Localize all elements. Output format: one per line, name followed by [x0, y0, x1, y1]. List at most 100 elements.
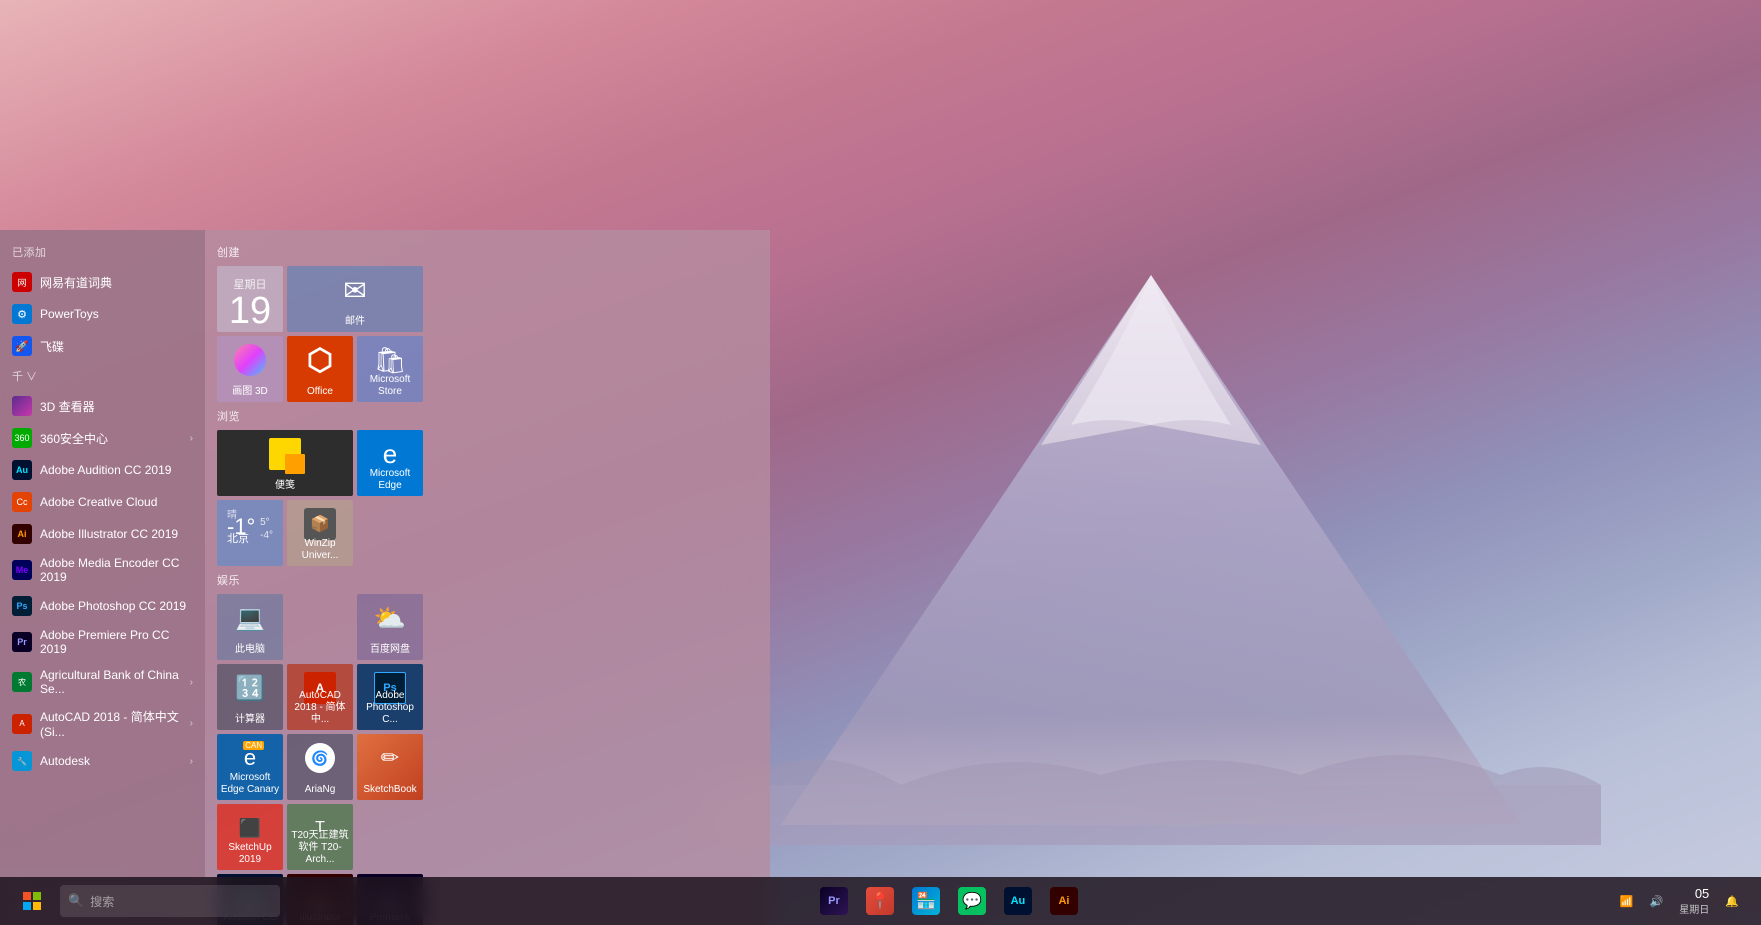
app-media-encoder[interactable]: Me Adobe Media Encoder CC 2019	[0, 550, 205, 590]
app-autodesk[interactable]: 🔧 Autodesk ›	[0, 745, 205, 777]
tile-msstore[interactable]: 🛍 Microsoft Store	[357, 336, 423, 402]
premiere-taskbar-icon: Pr	[820, 887, 848, 915]
app-wangyiyoudao[interactable]: 网 网易有道词典	[0, 266, 205, 298]
entertainment-row-3: e CAN Microsoft Edge Canary 🌀 AriaNg ✏ S…	[217, 734, 758, 800]
tile-baidupan[interactable]: ⛅ 百度网盘	[357, 594, 423, 660]
edge-icon: e	[383, 439, 397, 470]
network-icon: 📶	[1620, 896, 1634, 908]
clock-time: 05	[1679, 886, 1709, 901]
autocad-icon: A	[12, 714, 32, 734]
agribank-icon: 农	[12, 672, 32, 692]
163-icon: 网	[12, 272, 32, 292]
app-photoshop-cc[interactable]: Ps Adobe Photoshop CC 2019	[0, 590, 205, 622]
tiles-panel: 创建 星期日 19 ✉ 邮件 画图 3D ⬡ Office	[205, 230, 770, 925]
tile-weather[interactable]: 晴 -1° 5°-4° 北京	[217, 500, 283, 566]
tile-edge[interactable]: e Microsoft Edge	[357, 430, 423, 496]
msstore-icon: 🛍	[373, 345, 406, 376]
tile-spacer-2	[357, 804, 423, 870]
app-expand-thousand[interactable]: 千 ∨	[0, 362, 205, 390]
tile-autocad-2018[interactable]: A AutoCAD 2018 - 简体中...	[287, 664, 353, 730]
tile-sticky-notes[interactable]: 便笺	[217, 430, 353, 496]
app-label: Adobe Premiere Pro CC 2019	[40, 628, 193, 656]
taskbar-search[interactable]: 🔍 搜索	[60, 885, 280, 917]
tile-photoshop[interactable]: Ps Adobe Photoshop C...	[357, 664, 423, 730]
tile-edge-canary[interactable]: e CAN Microsoft Edge Canary	[217, 734, 283, 800]
app-feishu[interactable]: 🚀 飞碟	[0, 330, 205, 362]
notification-icon: 🔔	[1725, 896, 1739, 908]
app-label: Autodesk	[40, 754, 90, 768]
tile-ariang-label: AriaNg	[287, 784, 353, 796]
tile-photoshop-label: Adobe Photoshop C...	[357, 690, 423, 726]
app-360[interactable]: 360 360安全中心 ›	[0, 422, 205, 454]
app-premiere-cc[interactable]: Pr Adobe Premiere Pro CC 2019	[0, 622, 205, 662]
tile-ariang[interactable]: 🌀 AriaNg	[287, 734, 353, 800]
tray-network[interactable]: 📶	[1614, 891, 1640, 912]
taskbar-app-illustrator[interactable]: Ai	[1042, 879, 1086, 923]
app-label: Adobe Audition CC 2019	[40, 463, 171, 477]
tile-mail[interactable]: ✉ 邮件	[287, 266, 423, 332]
illustrator-icon: Ai	[12, 524, 32, 544]
app-label: 360安全中心	[40, 430, 108, 447]
tile-t20[interactable]: T T20天正建筑软件 T20-Arch...	[287, 804, 353, 870]
calendar-day: 星期日	[234, 276, 267, 292]
sketchbook-icon: ✏	[375, 743, 405, 773]
audition-icon: Au	[12, 460, 32, 480]
app-3dviewer[interactable]: 3D 查看器	[0, 390, 205, 422]
taskbar-app-premiere[interactable]: Pr	[812, 879, 856, 923]
app-powertoys[interactable]: ⚙ PowerToys	[0, 298, 205, 330]
wechat-taskbar-icon: 💬	[958, 887, 986, 915]
premiere-icon: Pr	[12, 632, 32, 652]
tile-thispc[interactable]: 💻 此电脑	[217, 594, 283, 660]
tile-mail-label: 邮件	[287, 316, 423, 328]
app-label: PowerToys	[40, 307, 99, 321]
app-agribank[interactable]: 农 Agricultural Bank of China Se... ›	[0, 662, 205, 702]
clock-display[interactable]: 05 星期日	[1673, 882, 1715, 920]
taskbar-app-audition[interactable]: Au	[996, 879, 1040, 923]
clock-date: 星期日	[1679, 901, 1709, 916]
taskbar-app-maps[interactable]: 📍	[858, 879, 902, 923]
app-autocad[interactable]: A AutoCAD 2018 - 简体中文 (Si... ›	[0, 702, 205, 745]
tile-sketchup[interactable]: ⬛ SketchUp 2019	[217, 804, 283, 870]
tile-calculator[interactable]: 🔢 计算器	[217, 664, 283, 730]
tile-sketchup-label: SketchUp 2019	[217, 842, 283, 866]
section-create: 创建	[217, 244, 758, 260]
expand-arrow: ›	[190, 718, 193, 729]
tile-calendar[interactable]: 星期日 19	[217, 266, 283, 332]
app-label: Adobe Creative Cloud	[40, 495, 157, 509]
calendar-date: 19	[229, 292, 271, 330]
mountain-svg	[701, 245, 1601, 845]
tile-sketchbook[interactable]: ✏ SketchBook	[357, 734, 423, 800]
app-illustrator-cc[interactable]: Ai Adobe Illustrator CC 2019	[0, 518, 205, 550]
sticky-icon	[269, 438, 301, 470]
tile-thispc-label: 此电脑	[217, 644, 283, 656]
tray-volume[interactable]: 🔊	[1644, 891, 1670, 912]
app-audition-cc[interactable]: Au Adobe Audition CC 2019	[0, 454, 205, 486]
tile-msstore-label: Microsoft Store	[357, 374, 423, 398]
tile-t20-label: T20天正建筑软件 T20-Arch...	[287, 830, 353, 866]
app-label: Agricultural Bank of China Se...	[40, 668, 190, 696]
system-tray: 📶 🔊 05 星期日 🔔	[1614, 882, 1753, 920]
start-button[interactable]	[8, 877, 56, 925]
app-label: AutoCAD 2018 - 简体中文 (Si...	[40, 708, 190, 739]
app-label: 飞碟	[40, 338, 64, 355]
ariang-icon: 🌀	[305, 743, 335, 773]
taskbar-app-wechat[interactable]: 💬	[950, 879, 994, 923]
expand-arrow: ›	[190, 677, 193, 688]
store-taskbar-icon: 🏪	[912, 887, 940, 915]
tile-office[interactable]: ⬡ Office	[287, 336, 353, 402]
pinned-text: 已添加	[12, 244, 47, 260]
tile-office-label: Office	[287, 386, 353, 398]
3dviewer-icon	[12, 396, 32, 416]
app-label: Adobe Photoshop CC 2019	[40, 599, 186, 613]
tile-paint3d[interactable]: 画图 3D	[217, 336, 283, 402]
clock-info: 05 星期日	[1679, 886, 1709, 916]
notification-button[interactable]: 🔔	[1719, 891, 1745, 912]
tile-winzip[interactable]: 📦 WinZip Univer...	[287, 500, 353, 566]
media-encoder-icon: Me	[12, 560, 32, 580]
expand-arrow: ›	[190, 756, 193, 767]
app-creative-cloud[interactable]: Cc Adobe Creative Cloud	[0, 486, 205, 518]
taskbar-app-store[interactable]: 🏪	[904, 879, 948, 923]
app-label: Adobe Media Encoder CC 2019	[40, 556, 193, 584]
tile-sketchbook-label: SketchBook	[357, 784, 423, 796]
app-label: Adobe Illustrator CC 2019	[40, 527, 178, 541]
